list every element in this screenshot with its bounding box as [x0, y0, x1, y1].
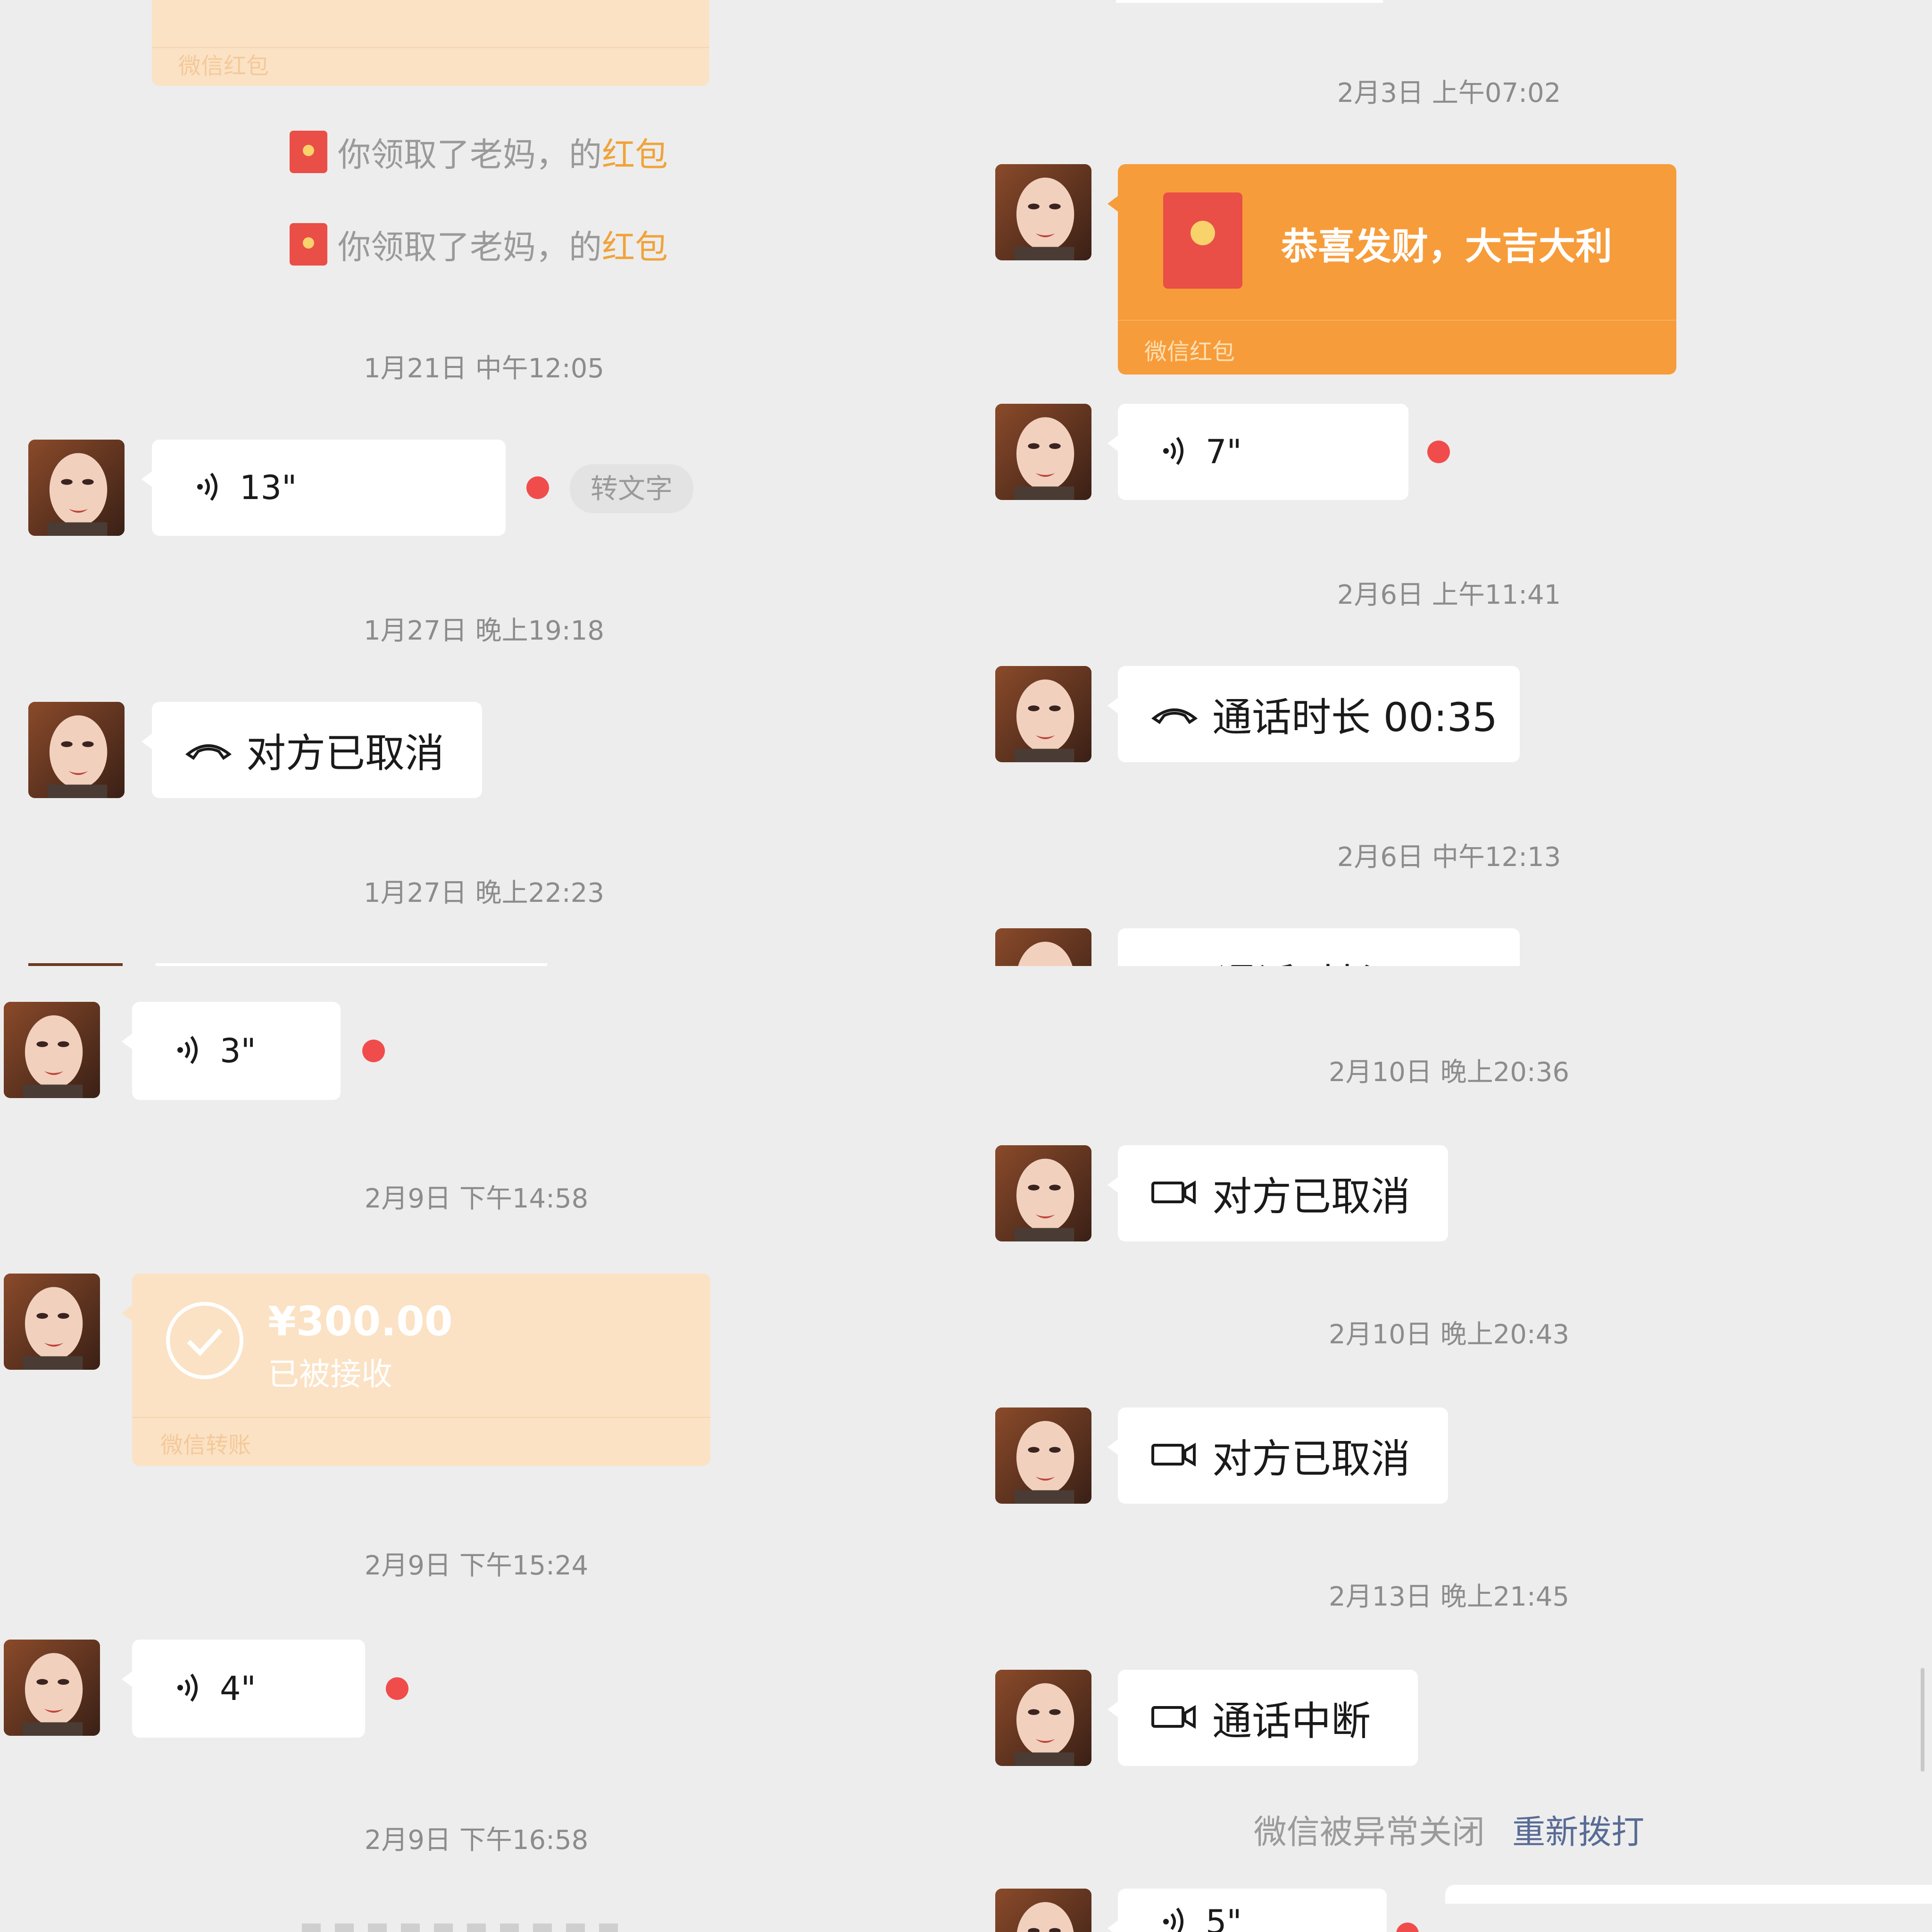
left-bottom-panel: 3" 2月9日 下午14:58 ¥300.00 已被接收 微信转账 2月9日 下… [0, 966, 966, 1932]
timestamp: 1月27日 晚上22:23 [363, 878, 605, 908]
left-top-panel: 微信红包 你领取了老妈，的红包 你领取了老妈，的红包 1月21日 中午12:05… [0, 0, 966, 966]
voice-call-message[interactable]: 对方已取消 [142, 702, 482, 798]
video-camera-icon [1151, 1178, 1198, 1208]
timestamp: 2月9日 下午16:58 [364, 1825, 589, 1856]
unread-dot [1396, 1923, 1419, 1932]
voice-icon [175, 1669, 203, 1708]
timestamp: 2月3日 上午07:02 [1337, 78, 1561, 108]
voice-message[interactable]: 3" [122, 1002, 341, 1100]
voice-message[interactable]: 13" [142, 440, 506, 536]
video-call-message[interactable]: 通话中断 [1108, 1670, 1418, 1766]
received-notice-2: 你领取了老妈，的红包 [290, 221, 668, 268]
avatar[interactable] [995, 1670, 1091, 1766]
transfer-amount: ¥300.00 [268, 1298, 453, 1345]
call-status: 通话时长 00:00 [1217, 952, 1502, 966]
avatar[interactable] [995, 1889, 1091, 1932]
red-packet-card[interactable]: 恭喜发财，大吉大利 微信红包 [1108, 164, 1676, 375]
right-bottom-panel: 2月10日 晚上20:36 对方已取消 2月10日 晚上20:43 对方已取消 … [966, 979, 1932, 1932]
call-status: 对方已取消 [1212, 1173, 1411, 1220]
avatar[interactable] [995, 928, 1091, 966]
cut-text-edge [302, 1924, 632, 1932]
video-camera-icon [1151, 1703, 1198, 1733]
red-packet-caption: 微信红包 [1144, 339, 1235, 365]
voice-call-message-partial[interactable]: 通话时长 00:00 [1118, 928, 1520, 966]
transfer-caption: 微信转账 [160, 1432, 251, 1458]
notice-text: 你领取了老妈，的 [338, 227, 602, 266]
unread-dot [1427, 441, 1450, 463]
avatar[interactable] [4, 1274, 100, 1370]
voice-message[interactable]: 7" [1108, 404, 1408, 500]
red-packet-link[interactable]: 红包 [602, 228, 668, 266]
unread-dot [386, 1677, 408, 1700]
timestamp: 2月10日 晚上20:36 [1328, 1057, 1570, 1088]
red-packet-card-partial[interactable]: 微信红包 [152, 0, 709, 86]
timestamp: 2月6日 上午11:41 [1337, 580, 1561, 610]
voice-duration: 5" [1206, 1903, 1242, 1932]
avatar[interactable] [995, 1145, 1091, 1241]
voice-duration: 7" [1206, 433, 1242, 471]
video-call-message[interactable]: 对方已取消 [1108, 1407, 1448, 1504]
timestamp: 1月27日 晚上19:18 [363, 616, 605, 646]
input-bar-partial[interactable] [1445, 1885, 1932, 1904]
voice-icon [1160, 1903, 1189, 1932]
scrollbar[interactable] [1921, 1668, 1924, 1772]
voice-icon [194, 468, 223, 508]
phone-hangup-icon [185, 737, 232, 763]
timestamp: 2月9日 下午15:24 [364, 1550, 589, 1581]
voice-duration: 13" [240, 468, 297, 507]
avatar[interactable] [28, 702, 125, 798]
red-packet-link[interactable]: 红包 [602, 135, 668, 174]
call-status: 对方已取消 [1212, 1435, 1411, 1482]
avatar[interactable] [4, 1640, 100, 1736]
red-packet-icon [290, 223, 327, 266]
voice-icon [1160, 432, 1189, 472]
avatar[interactable] [4, 1002, 100, 1098]
voice-duration: 4" [220, 1669, 256, 1708]
transfer-card[interactable]: ¥300.00 已被接收 微信转账 [122, 1274, 710, 1466]
notice-text: 你领取了老妈，的 [338, 135, 602, 174]
video-camera-icon [1151, 1441, 1198, 1471]
call-status: 对方已取消 [246, 730, 445, 776]
red-packet-greeting: 恭喜发财，大吉大利 [1281, 225, 1613, 268]
call-status: 通话时长 00:35 [1212, 694, 1498, 741]
avatar[interactable] [995, 164, 1091, 260]
voice-icon [175, 1031, 203, 1071]
timestamp: 2月6日 中午12:13 [1337, 842, 1561, 873]
avatar[interactable] [995, 1407, 1091, 1504]
avatar[interactable] [28, 440, 125, 536]
voice-duration: 3" [220, 1032, 256, 1070]
voice-call-message[interactable]: 通话时长 00:35 [1108, 666, 1520, 762]
timestamp: 2月13日 晚上21:45 [1328, 1582, 1570, 1612]
red-packet-caption: 微信红包 [178, 53, 269, 79]
call-status: 通话中断 [1212, 1698, 1371, 1744]
check-icon [166, 1302, 243, 1379]
avatar[interactable] [995, 404, 1091, 500]
voice-message[interactable]: 4" [122, 1640, 365, 1738]
timestamp: 2月9日 下午14:58 [364, 1183, 589, 1214]
received-notice-1: 你领取了老妈，的红包 [290, 128, 668, 175]
timestamp: 2月10日 晚上20:43 [1328, 1319, 1570, 1350]
avatar[interactable] [995, 666, 1091, 762]
red-packet-envelope-icon [1163, 192, 1242, 289]
redial-link[interactable]: 重新拨打 [1512, 1813, 1644, 1851]
timestamp: 1月21日 中午12:05 [363, 353, 605, 384]
system-notice: 微信被异常关闭 重新拨打 [1254, 1806, 1644, 1853]
red-packet-icon [290, 131, 327, 173]
convert-to-text-button[interactable]: 转文字 [570, 464, 694, 513]
video-call-message[interactable]: 对方已取消 [1108, 1145, 1448, 1241]
transfer-status: 已被接收 [268, 1356, 392, 1392]
system-notice-text: 微信被异常关闭 [1253, 1813, 1485, 1851]
unread-dot [362, 1040, 385, 1062]
unread-dot [526, 476, 549, 499]
phone-hangup-icon [1151, 701, 1198, 727]
voice-message-partial[interactable]: 5" [1108, 1889, 1387, 1932]
right-top-panel: 2月3日 上午07:02 恭喜发财，大吉大利 微信红包 7" 2月6日 上午11… [966, 0, 1932, 966]
cut-bubble-edge [1116, 0, 1383, 3]
